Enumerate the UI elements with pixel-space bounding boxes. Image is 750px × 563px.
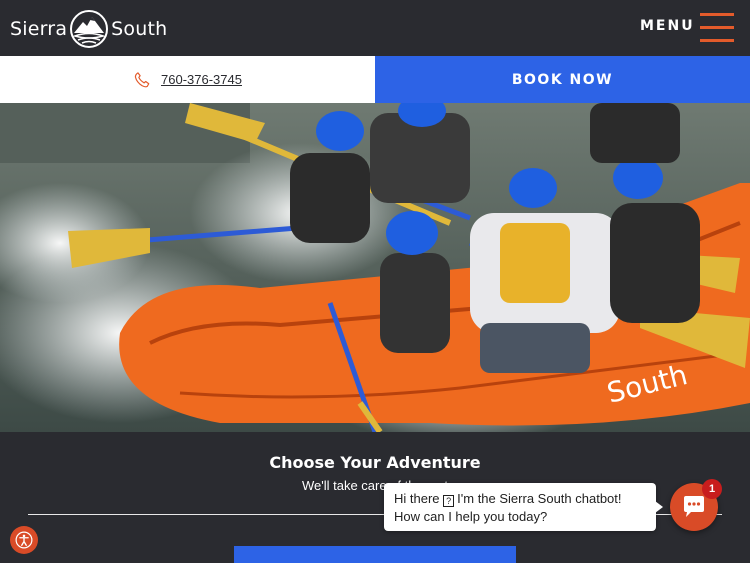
brand-name-left: Sierra	[10, 18, 68, 40]
chatbot-greeting-prefix: Hi there	[394, 491, 440, 506]
phone-icon	[134, 71, 150, 87]
phone-number-link[interactable]: 760-376-3745	[161, 72, 242, 87]
unknown-glyph-icon: ?	[443, 495, 455, 507]
site-logo[interactable]: Sierra South	[10, 8, 167, 50]
menu-label[interactable]: MENU	[640, 18, 695, 34]
adventure-cta-button[interactable]	[234, 546, 516, 563]
chatbot-greeting-text: I'm the Sierra South chatbot!	[457, 491, 622, 506]
chatbot-greeting-bubble[interactable]: Hi there ? I'm the Sierra South chatbot! …	[384, 483, 663, 531]
hero-rafting-image: South	[0, 103, 750, 432]
site-header: Sierra South MENU	[0, 0, 750, 56]
section-title: Choose Your Adventure	[269, 453, 481, 472]
chat-icon	[684, 496, 704, 517]
accessibility-icon[interactable]	[10, 526, 38, 554]
phone-bar: 760-376-3745	[0, 56, 375, 103]
book-now-button[interactable]: BOOK NOW	[375, 56, 750, 103]
chatbot-greeting-line1: Hi there ? I'm the Sierra South chatbot!	[394, 490, 646, 508]
mountain-kayak-logo-icon	[70, 10, 109, 48]
chat-unread-badge: 1	[702, 479, 722, 499]
accessibility-figure-icon	[15, 531, 33, 549]
chatbot-greeting-line2: How can I help you today?	[394, 509, 548, 524]
brand-name-right: South	[111, 18, 168, 40]
whitewater-rafting-illustration: South	[0, 103, 750, 432]
hamburger-icon[interactable]	[700, 13, 734, 43]
